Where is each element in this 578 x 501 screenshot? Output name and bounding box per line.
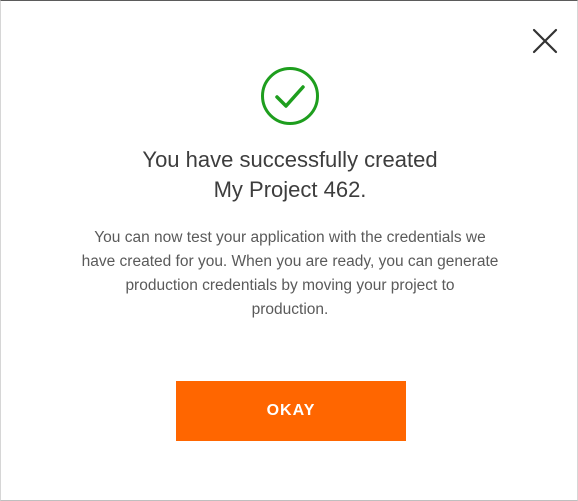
message-line: have created for you. When you are ready… [81,253,499,270]
close-button[interactable] [529,25,561,57]
message-line: production. [251,301,329,318]
message-line: production credentials by moving your pr… [125,277,455,294]
dialog-title-line: You have successfully created [142,147,438,172]
success-dialog: You have successfully created My Project… [0,0,578,501]
project-name: My Project 462. [213,177,367,202]
dialog-message: You can now test your application with t… [61,226,519,322]
dialog-title: You have successfully created My Project… [1,145,578,205]
close-icon [532,28,558,54]
checkmark-circle-icon [260,66,320,126]
message-line: You can now test your application with t… [94,229,486,246]
okay-button[interactable]: OKAY [176,381,406,441]
